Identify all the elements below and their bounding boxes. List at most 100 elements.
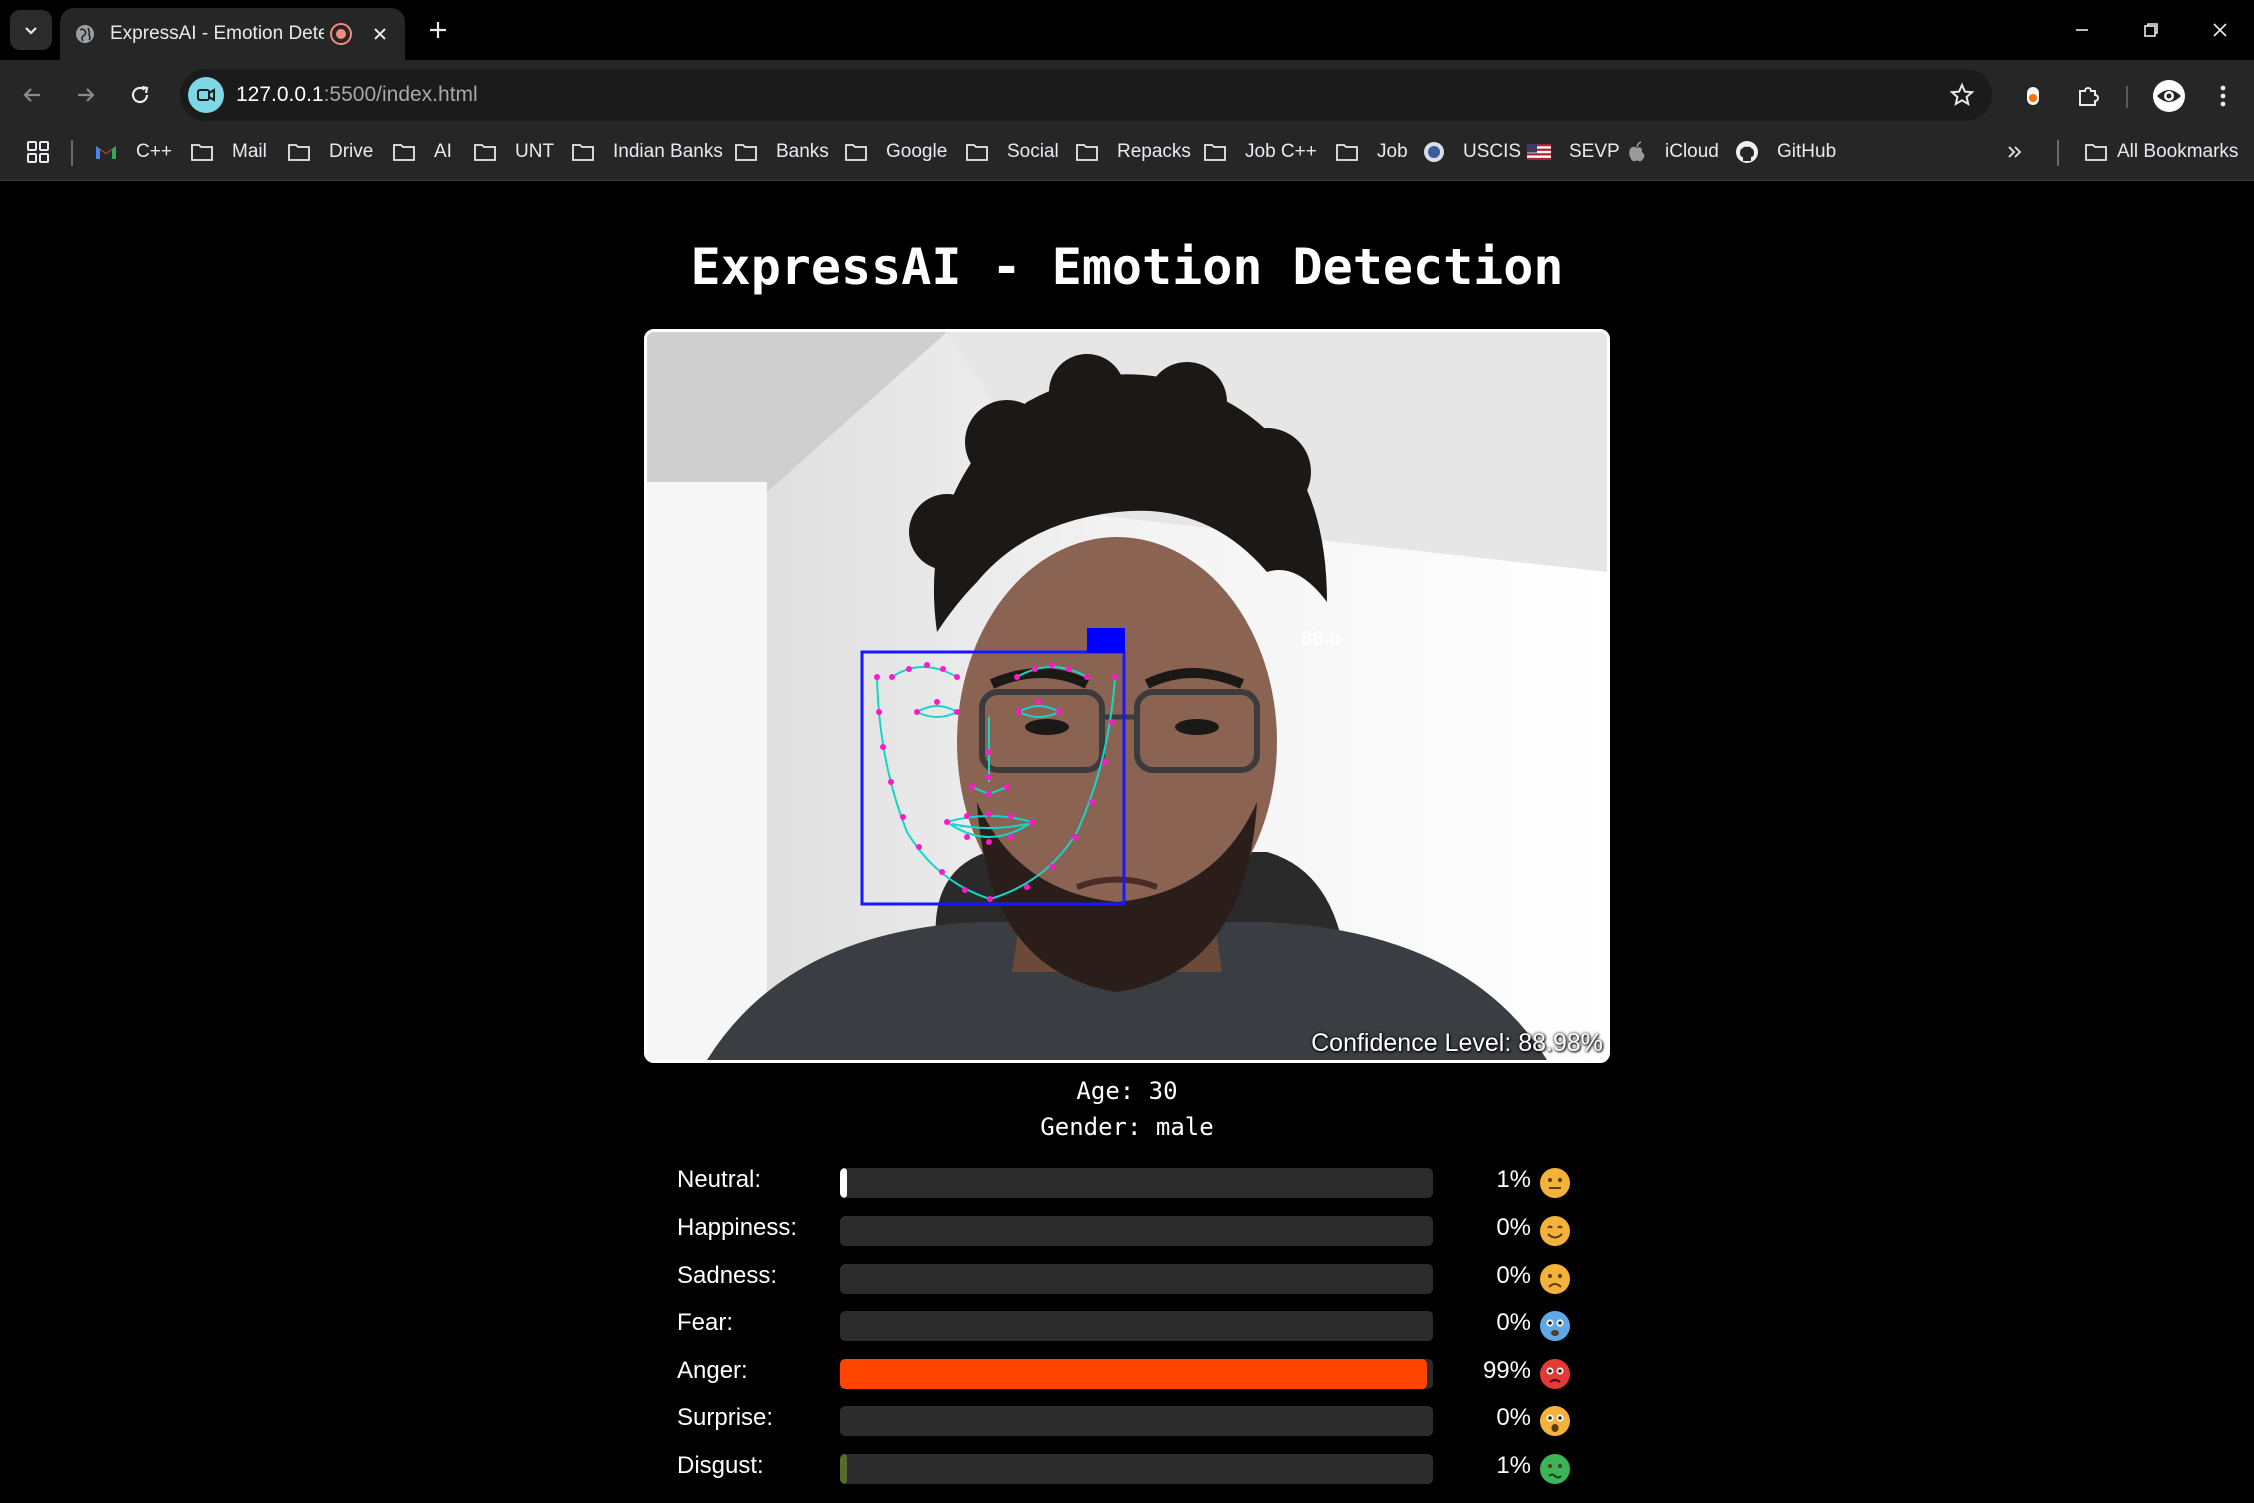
- bookmark-ai[interactable]: AI: [392, 136, 452, 168]
- emotion-label: Fear:: [677, 1309, 734, 1336]
- folder-icon: [844, 142, 877, 162]
- bookmark-label: C++: [136, 141, 172, 162]
- bookmark-label: Job: [1377, 141, 1408, 162]
- minimize-button[interactable]: [2062, 10, 2102, 50]
- emotion-label: Sadness:: [677, 1262, 778, 1289]
- site-info-button[interactable]: [188, 77, 224, 113]
- confidence-level: Confidence Level: 88.98%: [1311, 1029, 1603, 1057]
- disgusted-face-icon: [1539, 1453, 1571, 1485]
- bookmark-banks[interactable]: Banks: [734, 136, 829, 168]
- extension-button[interactable]: [2016, 79, 2050, 113]
- bookmark-drive[interactable]: Drive: [287, 136, 373, 168]
- bookmark-label: USCIS: [1463, 141, 1522, 162]
- emotion-percent: 1%: [1496, 1452, 1531, 1479]
- folder-icon: [287, 142, 320, 162]
- emotion-row-neutral: Neutral: 1%: [677, 1162, 1577, 1202]
- bookmark-icloud[interactable]: iCloud: [1627, 136, 1719, 168]
- emotion-bar-track: [840, 1264, 1433, 1294]
- bookmark-sevp[interactable]: SEVP: [1527, 136, 1620, 168]
- bookmark-c[interactable]: C++: [94, 136, 172, 168]
- emotion-bar-track: [840, 1168, 1433, 1198]
- puzzle-icon: [2079, 87, 2099, 106]
- emotion-label: Happiness:: [677, 1214, 798, 1241]
- extensions-menu-button[interactable]: [2072, 79, 2106, 113]
- reload-icon: [131, 85, 149, 104]
- bookmark-star-button[interactable]: [1948, 81, 1976, 109]
- chevron-down-icon: [25, 27, 37, 35]
- emotion-bar-fill: [840, 1359, 1428, 1389]
- emotion-bar-track: [840, 1359, 1433, 1389]
- gmail-icon: [94, 142, 127, 162]
- profile-button[interactable]: [2150, 77, 2188, 115]
- address-bar[interactable]: 127.0.0.1:5500/index.html: [180, 69, 1992, 121]
- close-window-button[interactable]: [2200, 10, 2240, 50]
- all-bookmarks-button[interactable]: All Bookmarks: [2084, 136, 2238, 168]
- browser-toolbar: 127.0.0.1:5500/index.html C++ Mail Drive AI…: [0, 60, 2254, 181]
- smiling-face-icon: [1539, 1215, 1571, 1247]
- bookmark-label: Job C++: [1245, 141, 1317, 162]
- bookmarks-separator: [71, 140, 73, 166]
- bookmark-label: UNT: [515, 141, 555, 162]
- bookmark-mail[interactable]: Mail: [190, 136, 267, 168]
- star-icon: [1949, 82, 1975, 107]
- apps-grid-icon: [27, 141, 49, 163]
- restore-icon: [2144, 23, 2158, 37]
- restore-button[interactable]: [2131, 10, 2171, 50]
- bookmark-unt[interactable]: UNT: [473, 136, 554, 168]
- github-icon: [1735, 140, 1768, 164]
- bookmark-job[interactable]: Job: [1335, 136, 1408, 168]
- emotion-percent: 1%: [1496, 1166, 1531, 1193]
- active-tab[interactable]: ExpressAI - Emotion Detecti: [60, 8, 405, 60]
- bookmark-uscis[interactable]: USCIS: [1423, 136, 1521, 168]
- forward-button[interactable]: [66, 75, 106, 115]
- tab-title: ExpressAI - Emotion Detecti: [110, 23, 325, 44]
- sad-face-icon: [1539, 1263, 1571, 1295]
- bookmark-indian-banks[interactable]: Indian Banks: [571, 136, 723, 168]
- bookmark-label: AI: [434, 141, 452, 162]
- folder-icon: [392, 142, 425, 162]
- browser-menu-button[interactable]: [2206, 79, 2240, 113]
- tab-search-button[interactable]: [10, 10, 52, 50]
- folder-icon: [571, 142, 604, 162]
- folder-icon: [1335, 142, 1368, 162]
- close-icon: [2213, 23, 2227, 37]
- emotion-label: Neutral:: [677, 1166, 762, 1193]
- back-button[interactable]: [12, 75, 52, 115]
- new-tab-button[interactable]: [422, 14, 454, 46]
- bookmark-social[interactable]: Social: [965, 136, 1059, 168]
- bookmark-label: GitHub: [1777, 141, 1837, 162]
- bookmark-github[interactable]: GitHub: [1735, 136, 1836, 168]
- folder-icon: [1075, 142, 1108, 162]
- globe-icon: [76, 25, 94, 43]
- bookmark-repacks[interactable]: Repacks: [1075, 136, 1191, 168]
- page-title: ExpressAI - Emotion Detection: [690, 238, 1564, 296]
- emotion-row-happiness: Happiness: 0%: [677, 1210, 1577, 1250]
- emotion-label: Disgust:: [677, 1452, 764, 1479]
- face-box-score: 88.o: [1301, 628, 1342, 650]
- apps-button[interactable]: [24, 138, 52, 166]
- emotion-bar-fill: [840, 1454, 848, 1484]
- fearful-face-icon: [1539, 1310, 1571, 1342]
- bookmark-label: Repacks: [1117, 141, 1191, 162]
- url-text: 127.0.0.1:5500/index.html: [236, 83, 478, 107]
- double-chevron-right-icon: [2008, 146, 2022, 158]
- emotion-label: Surprise:: [677, 1404, 774, 1431]
- bookmark-label: Social: [1007, 141, 1059, 162]
- uscis-seal-icon: [1423, 141, 1454, 163]
- bookmarks-separator: [2057, 140, 2059, 166]
- bookmark-google[interactable]: Google: [844, 136, 947, 168]
- extension-badge-icon: [2027, 87, 2039, 105]
- emotion-bar-track: [840, 1311, 1433, 1341]
- more-bookmarks-button[interactable]: [2006, 136, 2033, 168]
- bookmark-label: SEVP: [1569, 141, 1620, 162]
- us-flag-icon: [1527, 144, 1560, 160]
- minimize-icon: [2076, 29, 2088, 31]
- webcam-image: [647, 332, 1607, 1060]
- bookmark-job-c[interactable]: Job C++: [1203, 136, 1317, 168]
- emotion-percent: 0%: [1496, 1309, 1531, 1336]
- emotion-row-surprise: Surprise: 0%: [677, 1400, 1577, 1440]
- page-content: ExpressAI - Emotion Detection 88.o Confi…: [0, 182, 2254, 1503]
- reload-button[interactable]: [120, 75, 160, 115]
- tab-close-button[interactable]: [370, 23, 391, 45]
- bookmark-label: Indian Banks: [613, 141, 723, 162]
